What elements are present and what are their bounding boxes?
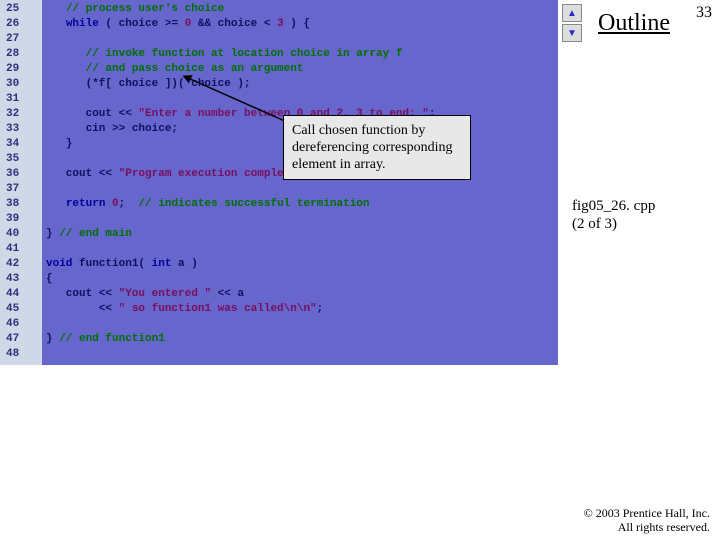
line-number: 46 (0, 317, 42, 332)
figure-filename: fig05_26. cpp (572, 198, 655, 214)
nav-buttons: ▲ ▼ (562, 4, 582, 42)
line-number: 25 (0, 2, 42, 17)
line-number: 39 (0, 212, 42, 227)
callout-text: Call chosen function by dereferencing co… (292, 123, 453, 172)
line-number: 37 (0, 182, 42, 197)
nav-down-button[interactable]: ▼ (562, 24, 582, 42)
line-number: 33 (0, 122, 42, 137)
line-number: 29 (0, 62, 42, 77)
copyright: © 2003 Prentice Hall, Inc. All rights re… (584, 506, 710, 534)
line-number: 32 (0, 107, 42, 122)
line-number: 47 (0, 332, 42, 347)
figure-part: (2 of 3) (572, 216, 617, 232)
line-number: 31 (0, 92, 42, 107)
line-number: 36 (0, 167, 42, 182)
line-number: 38 (0, 197, 42, 212)
slide-number: 33 (696, 4, 712, 22)
line-number: 45 (0, 302, 42, 317)
code-pane: // process user's choice while ( choice … (42, 0, 558, 365)
nav-up-button[interactable]: ▲ (562, 4, 582, 22)
figure-label: fig05_26. cpp (2 of 3) (572, 197, 655, 233)
line-number: 34 (0, 137, 42, 152)
copyright-line1: © 2003 Prentice Hall, Inc. (584, 506, 710, 520)
code-text: // process user's choice while ( choice … (46, 2, 558, 362)
line-number: 41 (0, 242, 42, 257)
line-number: 30 (0, 77, 42, 92)
outline-heading: Outline (598, 10, 670, 37)
line-number: 35 (0, 152, 42, 167)
triangle-down-icon: ▼ (567, 28, 577, 39)
line-number: 40 (0, 227, 42, 242)
line-number: 43 (0, 272, 42, 287)
line-number: 26 (0, 17, 42, 32)
line-number: 42 (0, 257, 42, 272)
line-number: 44 (0, 287, 42, 302)
copyright-line2: All rights reserved. (618, 520, 710, 534)
line-number: 28 (0, 47, 42, 62)
code-area: 2526272829303132333435363738394041424344… (0, 0, 558, 365)
sidebar: ▲ ▼ Outline 33 fig05_26. cpp (2 of 3) © … (560, 0, 720, 540)
line-number-gutter: 2526272829303132333435363738394041424344… (0, 0, 42, 365)
triangle-up-icon: ▲ (567, 8, 577, 19)
line-number: 27 (0, 32, 42, 47)
line-number: 48 (0, 347, 42, 362)
callout-box: Call chosen function by dereferencing co… (283, 115, 471, 180)
